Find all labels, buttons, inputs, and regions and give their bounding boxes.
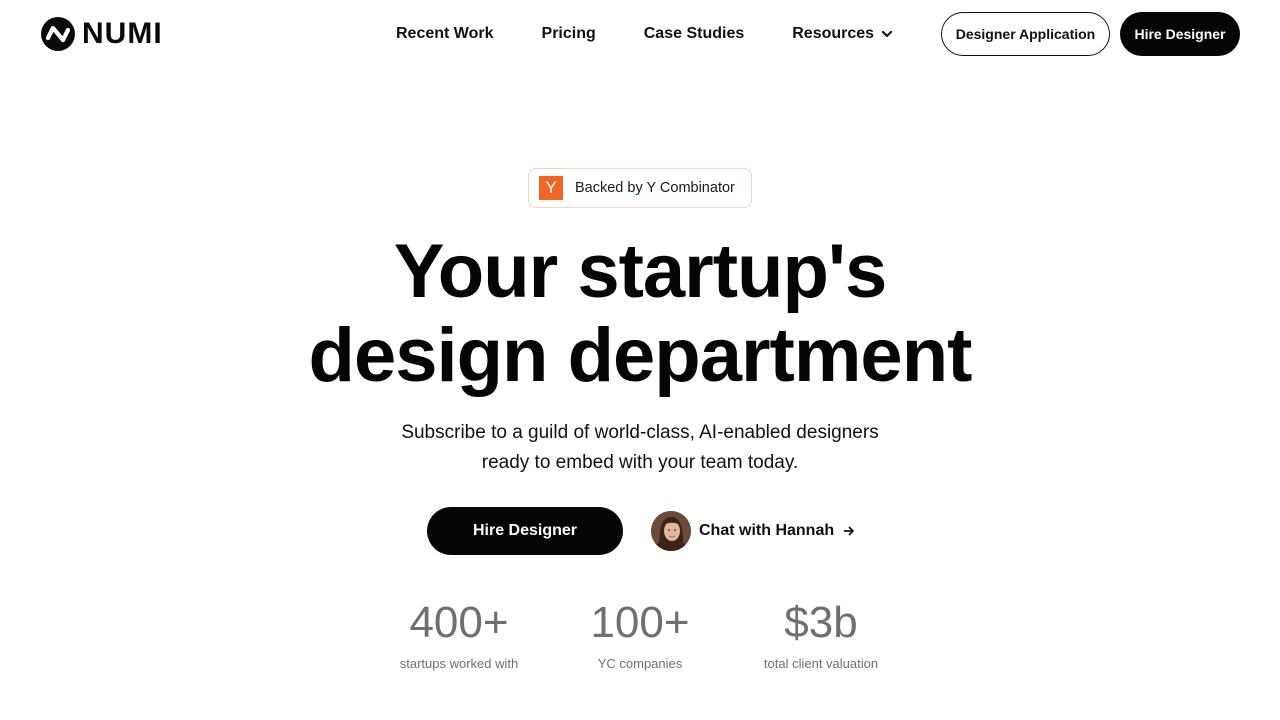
hero-subtitle-line-1: Subscribe to a guild of world-class, AI-… — [401, 422, 879, 443]
hero-subtitle-line-2: ready to embed with your team today. — [481, 452, 799, 473]
avatar-portrait-icon — [651, 511, 691, 551]
hire-designer-header-button[interactable]: Hire Designer — [1120, 12, 1240, 56]
stat-yc-companies: 100+ YC companies — [570, 596, 710, 673]
brand-name: NUMI — [82, 17, 163, 50]
chevron-down-icon — [881, 30, 893, 38]
chat-label: Chat with Hannah — [699, 522, 835, 539]
stat-label: startups worked with — [399, 656, 519, 671]
designer-application-button[interactable]: Designer Application — [941, 12, 1110, 56]
stat-label: YC companies — [597, 656, 683, 671]
arrow-right-icon — [843, 526, 855, 536]
logo[interactable]: NUMI — [40, 16, 163, 52]
badge-text: Backed by Y Combinator — [575, 180, 735, 196]
main-nav: Recent Work Pricing Case Studies Resourc… — [396, 22, 893, 46]
stat-value: 100+ — [590, 598, 690, 647]
chat-with-hannah-link[interactable]: Chat with Hannah — [651, 511, 855, 551]
hero-title: Your startup's design department — [0, 230, 1280, 398]
site-header: NUMI Recent Work Pricing Case Studies Re… — [0, 0, 1280, 68]
hero-title-line-2: design department — [308, 313, 973, 398]
stat-value: $3b — [784, 598, 858, 647]
nav-recent-work[interactable]: Recent Work — [396, 22, 494, 46]
stat-label: total client valuation — [763, 656, 879, 671]
yc-logo-icon: Y — [539, 176, 563, 200]
numi-wave-logo-icon — [41, 17, 75, 51]
nav-pricing[interactable]: Pricing — [542, 22, 596, 46]
nav-resources[interactable]: Resources — [792, 22, 893, 46]
hire-designer-hero-button[interactable]: Hire Designer — [427, 507, 623, 555]
stat-client-valuation: $3b total client valuation — [746, 596, 896, 673]
stat-value: 400+ — [409, 598, 509, 647]
nav-case-studies[interactable]: Case Studies — [644, 22, 744, 46]
avatar — [651, 511, 691, 551]
hero-subtitle: Subscribe to a guild of world-class, AI-… — [340, 418, 940, 478]
nav-resources-label: Resources — [792, 25, 875, 42]
stat-startups: 400+ startups worked with — [389, 596, 529, 673]
hero-title-line-1: Your startup's — [393, 229, 888, 314]
yc-badge[interactable]: Y Backed by Y Combinator — [528, 168, 752, 208]
